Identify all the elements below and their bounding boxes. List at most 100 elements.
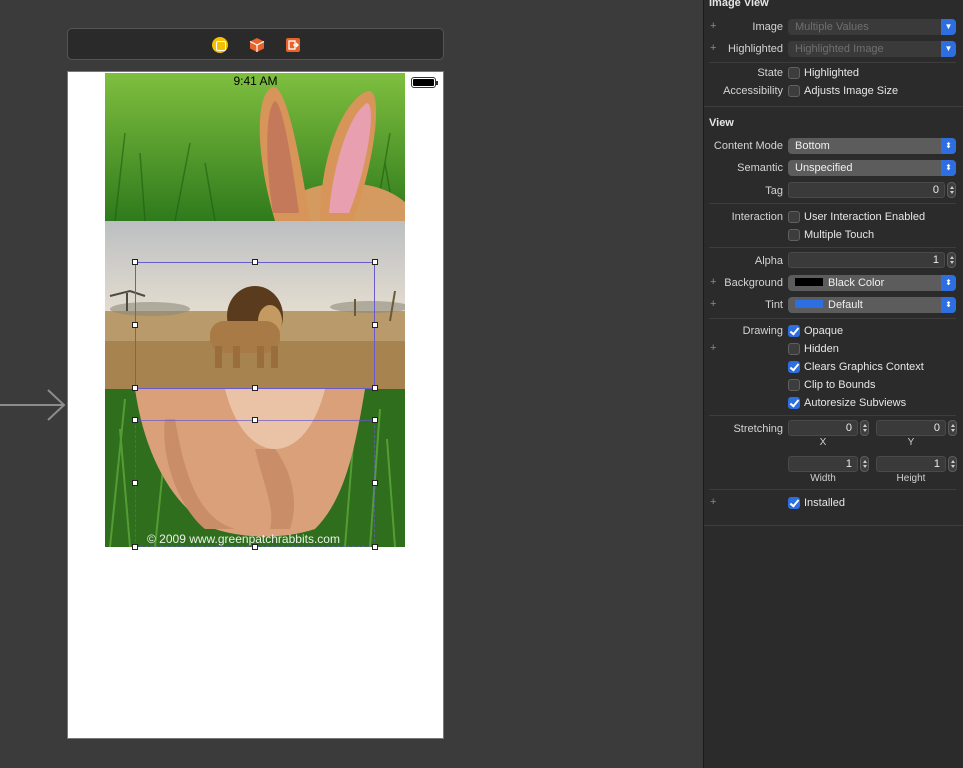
state-label: State (757, 67, 783, 79)
color-swatch (795, 278, 823, 287)
resize-handle[interactable] (132, 322, 138, 328)
chevron-down-icon[interactable]: ▼ (941, 19, 956, 35)
stretch-x-field[interactable]: 0 (788, 420, 858, 436)
drawing-label: Drawing (742, 325, 783, 337)
autoresize-checkbox[interactable] (788, 397, 800, 409)
semantic-value: Unspecified (795, 162, 853, 174)
installed-label[interactable]: Installed (804, 497, 845, 509)
exit-icon[interactable] (285, 37, 301, 53)
image-combo[interactable]: Multiple Values ▼ (788, 19, 956, 35)
clip-to-bounds-checkbox[interactable] (788, 379, 800, 391)
opaque-checkbox[interactable] (788, 325, 800, 337)
stretch-width-stepper[interactable] (860, 456, 869, 472)
resize-handle[interactable] (252, 544, 258, 550)
alpha-label: Alpha (754, 255, 783, 267)
alpha-stepper[interactable] (947, 252, 956, 268)
hidden-label[interactable]: Hidden (804, 343, 839, 355)
divider (709, 318, 956, 319)
background-label: Background (724, 277, 783, 289)
opaque-label[interactable]: Opaque (804, 325, 843, 337)
highlighted-checkbox[interactable] (788, 67, 800, 79)
semantic-popup[interactable]: Unspecified ⬍ (788, 160, 956, 176)
view-controller-icon[interactable] (212, 37, 228, 53)
autoresize-label[interactable]: Autoresize Subviews (804, 397, 906, 409)
installed-checkbox[interactable] (788, 497, 800, 509)
tag-stepper[interactable] (947, 182, 956, 198)
tag-field[interactable]: 0 (788, 182, 945, 198)
semantic-label: Semantic (737, 162, 783, 174)
highlighted-image-combo[interactable]: Highlighted Image ▼ (788, 41, 956, 57)
chevron-down-icon[interactable]: ▼ (941, 41, 956, 57)
resize-handle[interactable] (132, 417, 138, 423)
resize-handle[interactable] (372, 417, 378, 423)
stretch-y-caption: Y (907, 437, 915, 448)
clears-graphics-checkbox[interactable] (788, 361, 800, 373)
resize-handle[interactable] (372, 480, 378, 486)
battery-icon (411, 77, 438, 88)
chevron-updown-icon: ⬍ (941, 297, 956, 313)
tag-label: Tag (765, 185, 783, 197)
resize-handle[interactable] (132, 385, 138, 391)
add-variation-icon[interactable]: + (710, 276, 716, 288)
chevron-updown-icon: ⬍ (941, 160, 956, 176)
clip-to-bounds-label[interactable]: Clip to Bounds (804, 379, 876, 391)
divider (709, 203, 956, 204)
content-mode-popup[interactable]: Bottom ⬍ (788, 138, 956, 154)
color-swatch (795, 300, 823, 309)
resize-handle[interactable] (132, 544, 138, 550)
alpha-field[interactable]: 1 (788, 252, 945, 268)
add-variation-icon[interactable]: + (710, 298, 716, 310)
resize-handle[interactable] (252, 385, 258, 391)
multiple-touch-label[interactable]: Multiple Touch (804, 229, 874, 241)
add-variation-icon[interactable]: + (710, 20, 716, 32)
add-variation-icon[interactable]: + (710, 42, 716, 54)
chevron-updown-icon: ⬍ (941, 275, 956, 291)
image-rabbit-top[interactable] (105, 73, 405, 221)
accessibility-label: Accessibility (723, 85, 783, 97)
background-color-popup[interactable]: Black Color ⬍ (788, 275, 956, 291)
resize-handle[interactable] (132, 259, 138, 265)
adjusts-image-size-checkbox[interactable] (788, 85, 800, 97)
interaction-label: Interaction (731, 211, 783, 223)
add-variation-icon[interactable]: + (710, 496, 716, 508)
stretch-y-field[interactable]: 0 (876, 420, 946, 436)
user-interaction-label[interactable]: User Interaction Enabled (804, 211, 925, 223)
hidden-checkbox[interactable] (788, 343, 800, 355)
resize-handle[interactable] (372, 322, 378, 328)
status-bar: 9:41 AM (68, 72, 443, 92)
resize-handle[interactable] (372, 544, 378, 550)
stretch-height-field[interactable]: 1 (876, 456, 946, 472)
add-variation-icon[interactable]: + (710, 342, 716, 354)
user-interaction-checkbox[interactable] (788, 211, 800, 223)
first-responder-icon[interactable] (249, 37, 265, 53)
scene-dock (67, 28, 444, 60)
multiple-touch-checkbox[interactable] (788, 229, 800, 241)
view-controller-scene[interactable]: © 2009 www.greenpatchrabbits.com 9:41 AM (67, 71, 444, 739)
selection-frame-primary[interactable] (135, 262, 375, 389)
stretch-y-stepper[interactable] (948, 420, 957, 436)
entry-point-arrow-icon[interactable] (0, 388, 66, 422)
highlighted-checkbox-label[interactable]: Highlighted (804, 67, 859, 79)
image-combo-value: Multiple Values (795, 21, 869, 33)
divider (709, 62, 956, 63)
resize-handle[interactable] (252, 259, 258, 265)
resize-handle[interactable] (252, 417, 258, 423)
resize-handle[interactable] (372, 385, 378, 391)
section-divider (704, 525, 963, 526)
stretch-height-stepper[interactable] (948, 456, 957, 472)
highlighted-label: Highlighted (727, 43, 783, 55)
stretch-x-stepper[interactable] (860, 420, 869, 436)
divider (709, 489, 956, 490)
divider (709, 415, 956, 416)
storyboard-canvas[interactable]: © 2009 www.greenpatchrabbits.com 9:41 AM (0, 0, 703, 768)
image-label: Image (752, 21, 783, 33)
resize-handle[interactable] (372, 259, 378, 265)
adjusts-image-size-label[interactable]: Adjusts Image Size (804, 85, 898, 97)
stretch-width-field[interactable]: 1 (788, 456, 858, 472)
resize-handle[interactable] (132, 480, 138, 486)
clears-graphics-label[interactable]: Clears Graphics Context (804, 361, 924, 373)
selection-frame-secondary[interactable] (135, 420, 375, 547)
stretching-label: Stretching (733, 423, 783, 435)
section-title-view: View (709, 117, 734, 129)
tint-color-popup[interactable]: Default ⬍ (788, 297, 956, 313)
